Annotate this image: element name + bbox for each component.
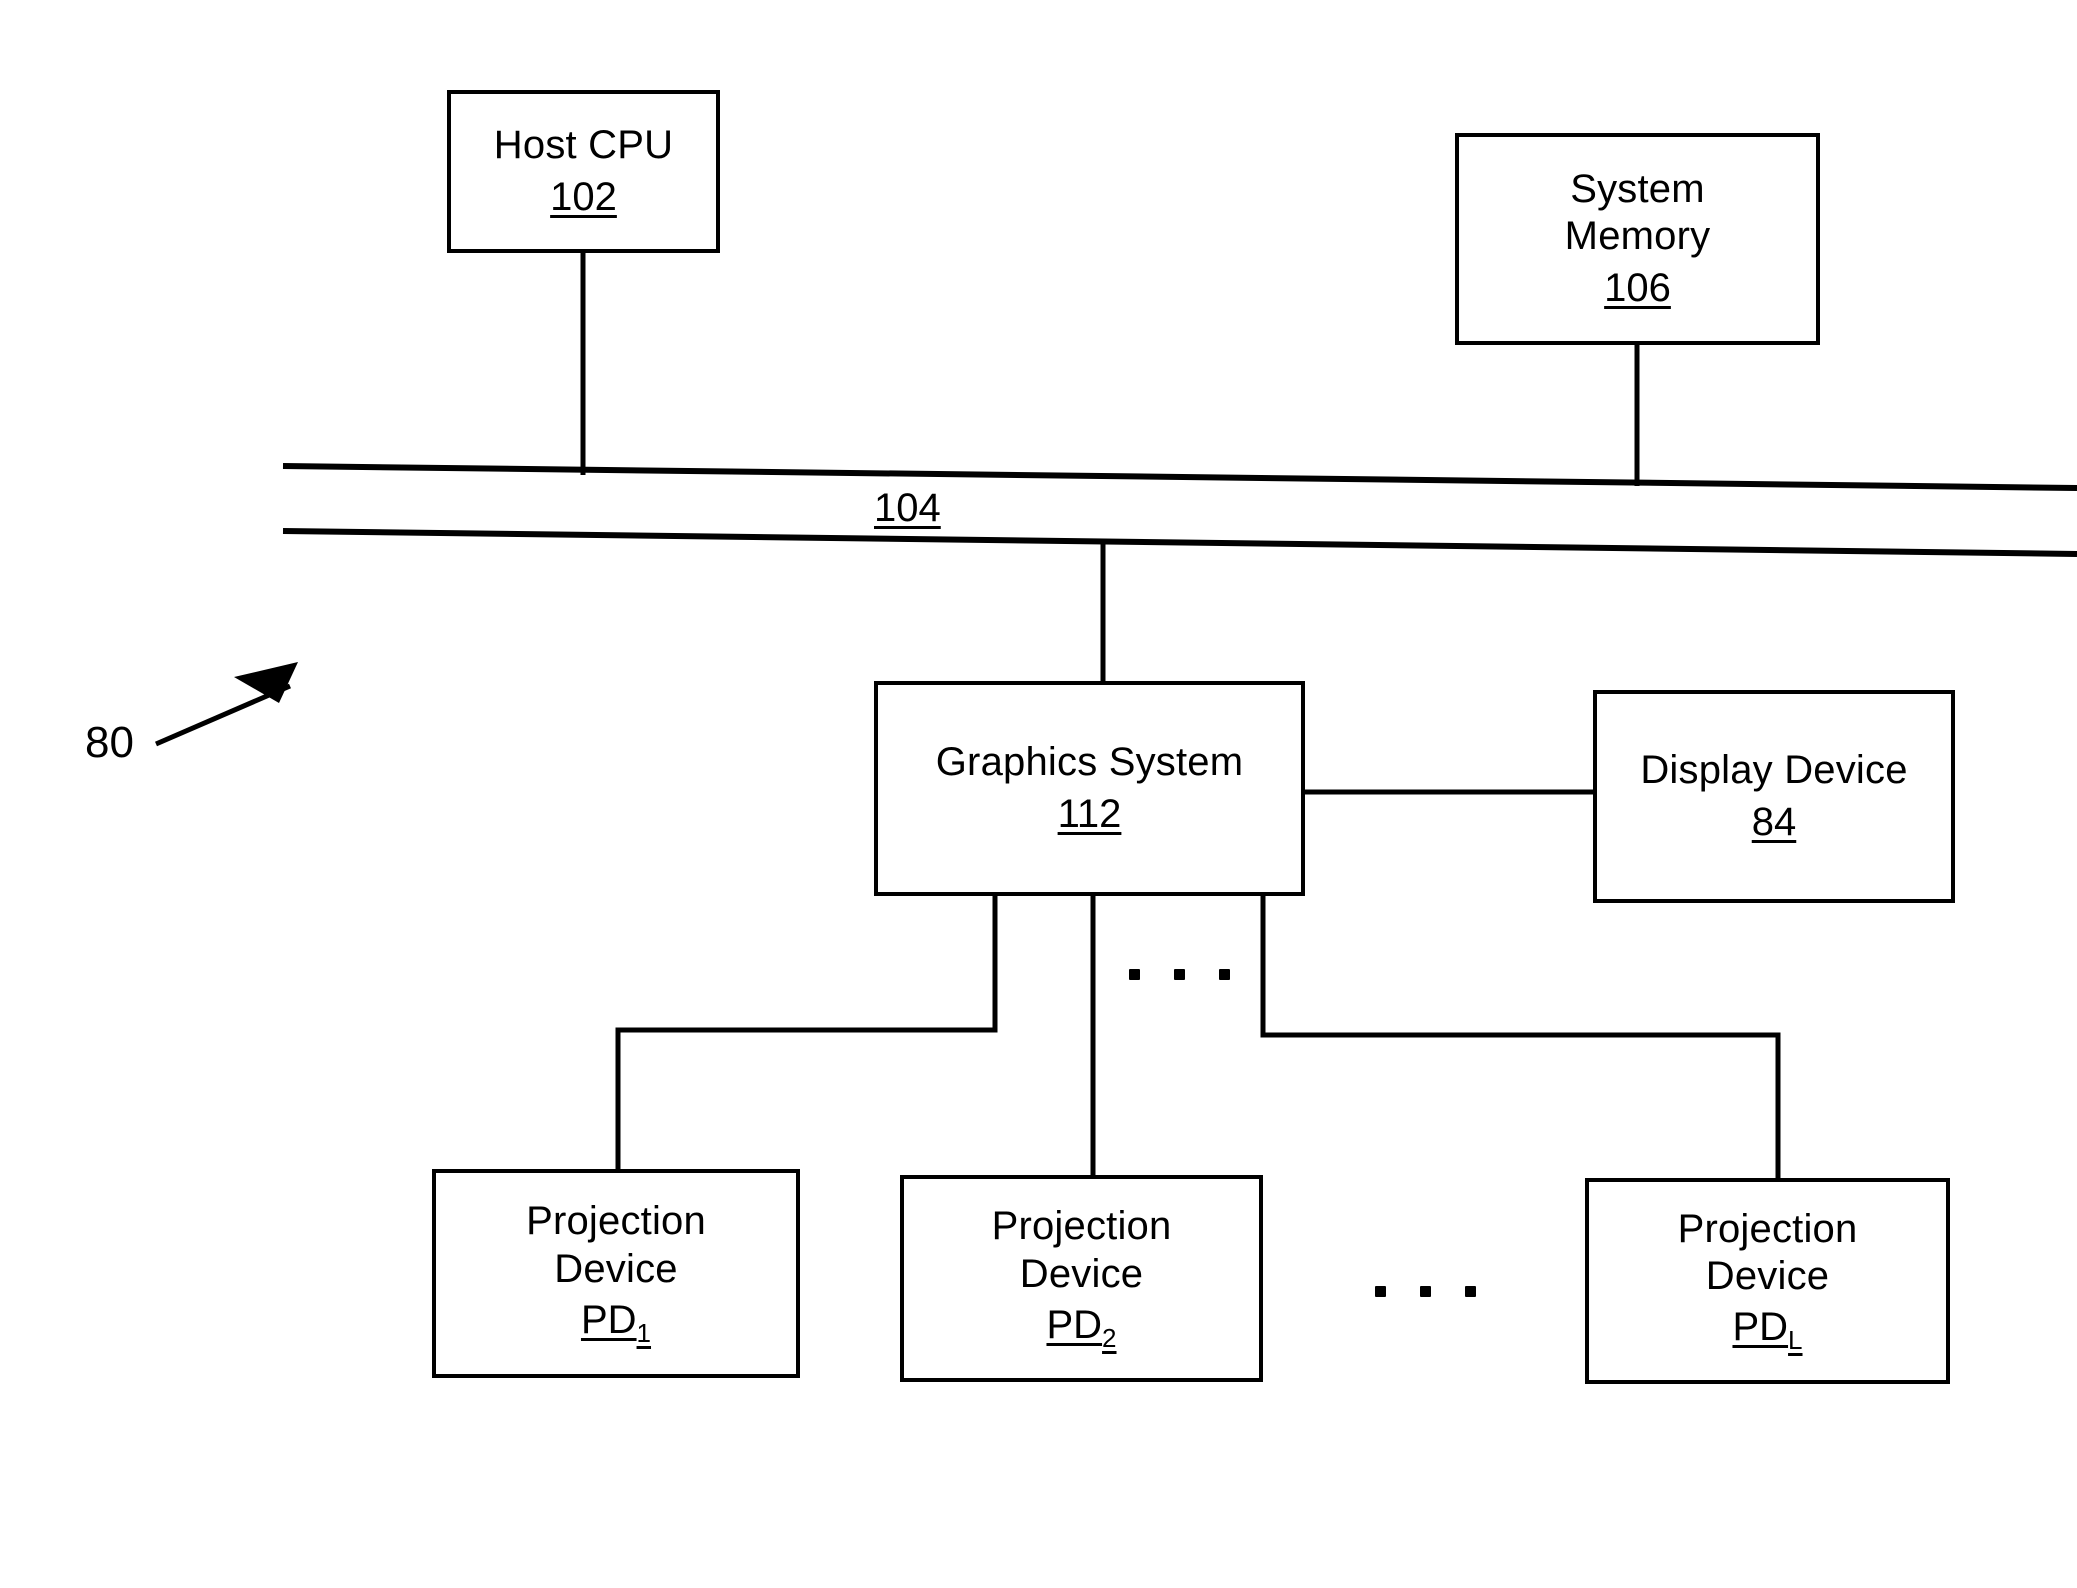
node-display-device[interactable]: Display Device 84 bbox=[1593, 690, 1955, 903]
node-system-memory-reference: 106 bbox=[1604, 265, 1671, 310]
node-projection-device-l-reference-subscript: L bbox=[1788, 1325, 1803, 1356]
node-projection-device-2-title: Projection Device bbox=[991, 1204, 1172, 1296]
bus-reference-numeral: 104 bbox=[874, 486, 941, 530]
node-projection-device-1-reference-base: PD bbox=[580, 1297, 637, 1342]
bus-rail-bottom bbox=[282, 528, 2077, 557]
node-projection-device-1-title: Projection Device bbox=[526, 1199, 706, 1291]
ellipsis-dot bbox=[1174, 969, 1185, 980]
callout-arrow-80 bbox=[155, 662, 298, 747]
ellipsis-dot bbox=[1375, 1286, 1386, 1297]
node-projection-device-2-reference-base: PD bbox=[1046, 1302, 1103, 1347]
ellipsis-dot bbox=[1420, 1286, 1431, 1297]
node-system-memory[interactable]: System Memory 106 bbox=[1455, 133, 1820, 345]
connector-graphics-system-to-pdl bbox=[1260, 896, 1781, 1178]
node-graphics-system[interactable]: Graphics System 112 bbox=[874, 681, 1305, 896]
node-projection-device-2-reference-subscript: 2 bbox=[1102, 1322, 1117, 1353]
node-system-memory-title: System Memory bbox=[1564, 167, 1711, 259]
ellipsis-dot bbox=[1129, 969, 1140, 980]
node-graphics-system-title: Graphics System bbox=[935, 740, 1244, 785]
node-projection-device-l-reference: PDL bbox=[1732, 1304, 1802, 1356]
node-projection-device-2-reference: PD2 bbox=[1046, 1302, 1116, 1354]
node-projection-device-1-reference-subscript: 1 bbox=[636, 1317, 652, 1348]
ellipsis-dot bbox=[1219, 969, 1230, 980]
node-projection-device-l[interactable]: Projection Device PDL bbox=[1585, 1178, 1950, 1384]
node-projection-device-l-reference-base: PD bbox=[1732, 1305, 1789, 1350]
node-projection-device-1-reference: PD1 bbox=[581, 1297, 651, 1349]
figure-reference-numeral: 80 bbox=[85, 718, 134, 767]
ellipsis-upper bbox=[1129, 969, 1230, 980]
node-projection-device-2[interactable]: Projection Device PD2 bbox=[900, 1175, 1263, 1382]
ellipsis-lower bbox=[1375, 1286, 1476, 1297]
node-projection-device-1[interactable]: Projection Device PD1 bbox=[432, 1169, 800, 1378]
node-projection-device-l-title: Projection Device bbox=[1677, 1206, 1858, 1299]
bus-rail-top bbox=[282, 463, 2077, 491]
node-host-cpu-reference: 102 bbox=[550, 174, 617, 219]
node-graphics-system-reference: 112 bbox=[1057, 791, 1122, 836]
ellipsis-dot bbox=[1465, 1286, 1476, 1297]
connector-graphics-system-to-pd1 bbox=[615, 896, 998, 1169]
patent-figure: 80 Host CPU 102 System Memory 106 104 Gr… bbox=[0, 0, 2077, 1588]
node-display-device-reference: 84 bbox=[1751, 799, 1797, 844]
node-host-cpu[interactable]: Host CPU 102 bbox=[447, 90, 720, 253]
node-display-device-title: Display Device bbox=[1640, 748, 1908, 793]
node-host-cpu-title: Host CPU bbox=[493, 123, 674, 168]
